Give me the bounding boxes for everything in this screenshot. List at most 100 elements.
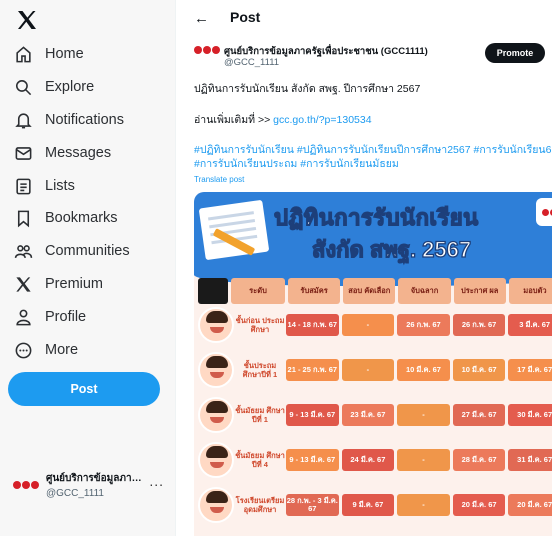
table-cell: 21 - 25 ก.พ. 67 bbox=[286, 359, 339, 381]
table-cell: 24 มี.ค. 67 bbox=[341, 449, 395, 471]
account-handle: @GCC_1111 bbox=[46, 488, 104, 499]
sidebar-item-home[interactable]: Home bbox=[14, 41, 84, 67]
read-more-prefix: อ่านเพิ่มเติมที่ >> bbox=[194, 114, 274, 126]
table-row: ชั้นมัธยม ศึกษาปีที่ 1 9 - 13 มี.ค. 67 2… bbox=[198, 397, 552, 433]
hashtags-line[interactable]: #ปฏิทินการรับนักเรียน #ปฏิทินการรับนักเร… bbox=[194, 143, 552, 157]
sidebar-item-label: Home bbox=[45, 46, 84, 62]
sidebar-item-label: Communities bbox=[45, 243, 130, 259]
account-switcher[interactable]: ศูนย์บริการข้อมูลภาครั... @GCC_1111 ... bbox=[12, 470, 172, 500]
home-icon bbox=[16, 45, 31, 62]
page-title: Post bbox=[230, 9, 261, 25]
author-handle[interactable]: @GCC_1111 bbox=[224, 57, 279, 68]
column-header: รับสมัคร bbox=[288, 278, 341, 304]
hashtags-line[interactable]: #การรับนักเรียนประถม #การรับนักเรียนมัธย… bbox=[194, 157, 552, 171]
table-cell: 23 มี.ค. 67 bbox=[341, 404, 395, 426]
table-row: โรงเรียนเตรียม อุดมศึกษา 28 ก.พ. - 3 มี.… bbox=[198, 487, 552, 523]
paper-illustration bbox=[198, 199, 270, 261]
student-avatar bbox=[198, 307, 234, 343]
sidebar-item-label: Profile bbox=[45, 309, 87, 325]
translate-post-link[interactable]: Translate post bbox=[194, 175, 244, 184]
avatar bbox=[12, 475, 40, 495]
table-cell: 10 มี.ค. 67 bbox=[397, 359, 450, 381]
table-row: ชั้นมัธยม ศึกษาปีที่ 4 9 - 13 มี.ค. 67 2… bbox=[198, 442, 552, 478]
table-cell: 10 มี.ค. 67 bbox=[452, 359, 506, 381]
table-cell: 28 ก.พ. - 3 มี.ค. 67 bbox=[286, 494, 339, 516]
column-header: ประกาศ ผล bbox=[453, 278, 506, 304]
bookmark-icon bbox=[17, 210, 30, 227]
envelope-icon bbox=[15, 146, 32, 160]
people-icon bbox=[14, 244, 33, 258]
bell-icon bbox=[15, 112, 32, 128]
promote-button[interactable]: Promote bbox=[485, 43, 545, 63]
post-image[interactable]: ปฏิทินการรับนักเรียน สังกัด สพฐ. 2567 ระ… bbox=[194, 192, 552, 536]
sidebar-item-communities[interactable]: Communities bbox=[14, 238, 130, 264]
column-header: มอบตัว bbox=[508, 278, 552, 304]
x-logo-icon bbox=[16, 276, 31, 292]
poster-title: ปฏิทินการรับนักเรียน bbox=[273, 204, 479, 230]
account-name: ศูนย์บริการข้อมูลภาครั... bbox=[46, 473, 146, 484]
list-icon bbox=[16, 178, 31, 194]
table-row: ชั้นก่อน ประถมศึกษา 14 - 18 ก.พ. 67 - 26… bbox=[198, 307, 552, 343]
student-avatar bbox=[198, 442, 234, 478]
x-logo-icon[interactable] bbox=[15, 8, 39, 32]
level-label: ชั้นก่อน ประถมศึกษา bbox=[235, 316, 285, 334]
level-label: โรงเรียนเตรียม อุดมศึกษา bbox=[235, 496, 285, 514]
poster-subtitle: สังกัด สพฐ. 2567 bbox=[311, 236, 472, 262]
table-header-row: ระดับ รับสมัคร สอบ คัดเลือก จับฉลาก ประก… bbox=[198, 278, 552, 304]
level-label: ชั้นประถม ศึกษาปีที่ 1 bbox=[242, 361, 278, 379]
tweet-link[interactable]: gcc.go.th/?p=130534 bbox=[273, 114, 371, 126]
search-icon bbox=[15, 79, 32, 95]
tweet-text: ปฏิทินการรับนักเรียน สังกัด สพฐ. ปีการศึ… bbox=[194, 83, 421, 95]
sidebar-item-label: Premium bbox=[45, 276, 104, 292]
column-header: จับฉลาก bbox=[398, 278, 451, 304]
column-header: ระดับ bbox=[231, 278, 285, 304]
sidebar-item-label: Bookmarks bbox=[45, 210, 118, 226]
gcc-logo bbox=[536, 198, 552, 226]
sidebar-item-label: Messages bbox=[45, 145, 112, 161]
table-cell: 31 มี.ค. 67 bbox=[508, 449, 552, 471]
table-cell: 9 - 13 มี.ค. 67 bbox=[286, 404, 339, 426]
table-cell: 30 มี.ค. 67 bbox=[508, 404, 552, 426]
sidebar-item-more[interactable]: More bbox=[14, 337, 78, 363]
sidebar-item-lists[interactable]: Lists bbox=[14, 173, 75, 199]
level-label: ชั้นมัธยม ศึกษาปีที่ 1 bbox=[235, 406, 285, 424]
main-column: ← Post ศูนย์บริการข้อมูลภาครัฐเพื่อประชา… bbox=[175, 0, 552, 536]
header-block bbox=[198, 278, 228, 304]
table-cell: - bbox=[341, 359, 395, 381]
table-cell: - bbox=[397, 404, 450, 426]
table-cell: 26 ก.พ. 67 bbox=[397, 314, 450, 336]
table-cell: 28 มี.ค. 67 bbox=[452, 449, 506, 471]
table-cell: 27 มี.ค. 67 bbox=[452, 404, 506, 426]
student-avatar bbox=[198, 487, 234, 523]
table-cell: 26 ก.พ. 67 bbox=[452, 314, 506, 336]
level-label: ชั้นมัธยม ศึกษาปีที่ 4 bbox=[235, 451, 285, 469]
author-avatar[interactable] bbox=[194, 46, 220, 62]
student-avatar bbox=[198, 397, 234, 433]
sidebar-item-notifications[interactable]: Notifications bbox=[14, 107, 124, 133]
sidebar-item-premium[interactable]: Premium bbox=[14, 271, 103, 297]
sidebar-item-label: More bbox=[45, 342, 79, 358]
sidebar-item-label: Lists bbox=[45, 178, 75, 194]
sidebar-item-messages[interactable]: Messages bbox=[14, 140, 111, 166]
calendar-table: ระดับ รับสมัคร สอบ คัดเลือก จับฉลาก ประก… bbox=[198, 278, 552, 535]
sidebar-item-explore[interactable]: Explore bbox=[14, 74, 94, 100]
table-cell: 14 - 18 ก.พ. 67 bbox=[286, 314, 339, 336]
table-cell: - bbox=[397, 449, 450, 471]
tweet-read-more: อ่านเพิ่มเติมที่ >> gcc.go.th/?p=130534 bbox=[194, 111, 372, 128]
sidebar-item-label: Notifications bbox=[45, 112, 124, 128]
post-button[interactable]: Post bbox=[8, 372, 160, 406]
sidebar-item-bookmarks[interactable]: Bookmarks bbox=[14, 205, 118, 231]
sidebar-item-profile[interactable]: Profile bbox=[14, 304, 86, 330]
student-avatar bbox=[198, 352, 234, 388]
table-cell: 20 มี.ค. 67 bbox=[452, 494, 506, 516]
back-arrow-icon[interactable]: ← bbox=[194, 10, 209, 27]
table-cell: - bbox=[341, 314, 395, 336]
table-cell: 9 - 13 มี.ค. 67 bbox=[286, 449, 339, 471]
more-icon[interactable]: ... bbox=[149, 473, 164, 489]
table-cell: - bbox=[397, 494, 450, 516]
table-cell: 20 มี.ค. 67 bbox=[508, 494, 552, 516]
hashtags[interactable]: #ปฏิทินการรับนักเรียน #ปฏิทินการรับนักเร… bbox=[194, 143, 552, 171]
table-row: ชั้นประถม ศึกษาปีที่ 1 21 - 25 ก.พ. 67 -… bbox=[198, 352, 552, 388]
sidebar: Home Explore Notifications Messages List… bbox=[0, 0, 175, 536]
more-circle-icon bbox=[15, 342, 32, 358]
